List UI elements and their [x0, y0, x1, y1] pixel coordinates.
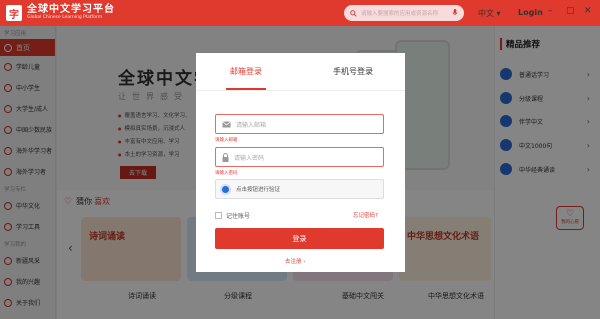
captcha-button[interactable]: 点击按钮进行验证 — [215, 179, 384, 199]
maximize-button[interactable]: ▢ — [566, 6, 575, 16]
top-bar: 字 全球中文学习平台 Global Chinese Learning Platf… — [0, 0, 600, 26]
remember-account[interactable]: 记住账号 — [215, 211, 250, 220]
mic-icon[interactable] — [452, 9, 458, 17]
password-field[interactable]: 请输入密码 — [215, 147, 384, 167]
close-button[interactable]: ✕ — [584, 6, 592, 16]
brand: 全球中文学习平台 Global Chinese Learning Platfor… — [27, 5, 115, 20]
captcha-icon — [220, 183, 231, 195]
remember-checkbox[interactable] — [215, 212, 222, 219]
tab-email-login[interactable]: 邮箱登录 — [230, 66, 262, 77]
register-link[interactable]: 去注册 › — [285, 257, 305, 265]
language-selector[interactable]: 中文 ▾ — [478, 8, 501, 19]
password-placeholder: 请输入密码 — [234, 154, 265, 162]
remember-label: 记住账号 — [226, 213, 251, 220]
login-button[interactable]: 登录 — [215, 228, 384, 249]
search-placeholder: 请输入要搜索的应用或资源名称 — [361, 11, 439, 17]
search-icon — [350, 9, 357, 17]
search-input[interactable]: 请输入要搜索的应用或资源名称 — [344, 5, 464, 21]
captcha-label: 点击按钮进行验证 — [236, 187, 281, 193]
email-placeholder: 请输入邮箱 — [236, 121, 267, 129]
email-error: 请输入邮箱 — [215, 138, 238, 143]
tab-phone-login[interactable]: 手机号登录 — [333, 66, 373, 77]
lock-icon — [222, 152, 229, 162]
forgot-password-link[interactable]: 忘记密码? — [353, 211, 378, 219]
login-link[interactable]: Login — [518, 8, 543, 17]
language-label: 中文 — [478, 9, 494, 18]
logo-icon: 字 — [6, 5, 22, 21]
minimize-button[interactable]: – — [548, 6, 553, 16]
brand-name-en: Global Chinese Learning Platform — [27, 14, 103, 20]
login-tabs: 邮箱登录 手机号登录 — [196, 53, 405, 90]
register-label: 去注册 — [285, 259, 302, 265]
password-error: 请输入密码 — [215, 171, 238, 176]
email-field[interactable]: 请输入邮箱 — [215, 114, 384, 134]
login-modal: 邮箱登录 手机号登录 请输入邮箱 请输入邮箱 请输入密码 请输入密码 点击按钮进… — [196, 53, 405, 272]
mail-icon — [222, 120, 231, 127]
tabs-divider — [196, 90, 405, 91]
